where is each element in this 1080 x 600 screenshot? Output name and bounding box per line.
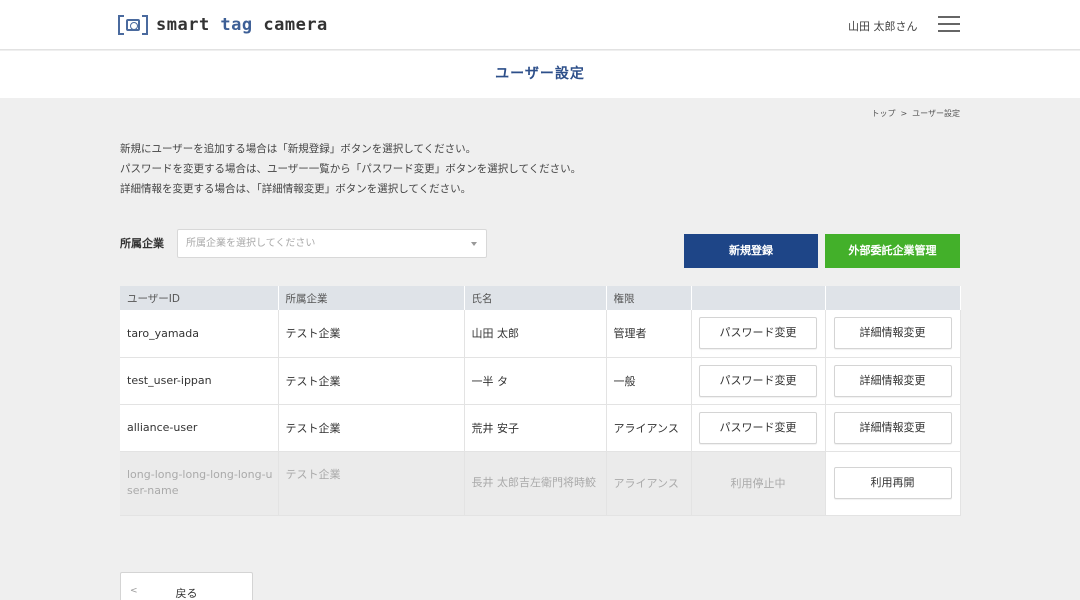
cell-role: アライアンス xyxy=(606,404,692,452)
hamburger-menu-icon[interactable] xyxy=(938,14,960,34)
cell-role: アライアンス xyxy=(606,451,692,516)
cell-user-id: test_user-ippan xyxy=(120,357,279,405)
column-header-name: 氏名 xyxy=(464,286,607,310)
breadcrumb: トップ > ユーザー設定 xyxy=(871,108,960,119)
cell-user-id: alliance-user xyxy=(120,404,279,452)
cell-user-id: taro_yamada xyxy=(120,310,279,358)
table-row: test_user-ippan テスト企業 一半 タ 一般 パスワード変更 詳細… xyxy=(120,357,961,405)
table-row: alliance-user テスト企業 荒井 安子 アライアンス パスワード変更… xyxy=(120,404,961,452)
instructions: 新規にユーザーを追加する場合は「新規登録」ボタンを選択してください。 パスワード… xyxy=(120,139,581,199)
breadcrumb-current: ユーザー設定 xyxy=(912,109,960,118)
camera-logo-icon xyxy=(118,13,148,37)
cell-action1: パスワード変更 xyxy=(691,357,826,405)
instruction-line: パスワードを変更する場合は、ユーザー一覧から「パスワード変更」ボタンを選択してく… xyxy=(120,163,582,175)
cell-name: 荒井 安子 xyxy=(464,404,607,452)
app-header: smart tag camera 山田 太郎さん xyxy=(0,0,1080,50)
company-filter-label: 所属企業 xyxy=(120,237,164,250)
column-header-user-id: ユーザーID xyxy=(120,286,279,310)
column-header-action2 xyxy=(825,286,961,310)
detail-change-button[interactable]: 詳細情報変更 xyxy=(833,364,952,397)
resume-use-button[interactable]: 利用再開 xyxy=(833,467,952,499)
cell-action1: パスワード変更 xyxy=(691,310,826,358)
back-button-label: 戻る xyxy=(175,587,198,600)
cell-role: 一般 xyxy=(606,357,692,405)
password-change-button[interactable]: パスワード変更 xyxy=(699,411,817,444)
breadcrumb-separator: > xyxy=(900,109,908,118)
new-registration-button[interactable]: 新規登録 xyxy=(684,234,818,268)
cell-action2: 詳細情報変更 xyxy=(825,310,961,358)
cell-status: 利用停止中 xyxy=(691,451,826,516)
table-header-row: ユーザーID 所属企業 氏名 権限 xyxy=(120,286,961,310)
table-row-disabled: long-long-long-long-long-user-name テスト企業… xyxy=(120,451,961,516)
partner-management-button[interactable]: 外部委託企業管理 xyxy=(825,234,960,268)
breadcrumb-top[interactable]: トップ xyxy=(871,109,895,118)
column-header-action1 xyxy=(691,286,826,310)
cell-name: 一半 タ xyxy=(464,357,607,405)
cell-name: 山田 太郎 xyxy=(464,310,607,358)
detail-change-button[interactable]: 詳細情報変更 xyxy=(833,317,952,350)
back-button[interactable]: < 戻る xyxy=(120,572,253,600)
instruction-line: 詳細情報を変更する場合は、「詳細情報変更」ボタンを選択してください。 xyxy=(120,183,472,195)
title-bar: ユーザー設定 xyxy=(0,51,1080,98)
cell-company: テスト企業 xyxy=(278,357,465,405)
cell-action2: 利用再開 xyxy=(825,451,961,516)
cell-user-id: long-long-long-long-long-user-name xyxy=(120,451,279,516)
user-table: ユーザーID 所属企業 氏名 権限 taro_yamada テスト企業 山田 太… xyxy=(120,286,961,516)
column-header-role: 権限 xyxy=(606,286,692,310)
cell-company: テスト企業 xyxy=(278,451,465,516)
logo[interactable]: smart tag camera xyxy=(118,12,328,38)
cell-action2: 詳細情報変更 xyxy=(825,404,961,452)
company-select-placeholder: 所属企業を選択してください xyxy=(186,238,316,249)
detail-change-button[interactable]: 詳細情報変更 xyxy=(833,411,952,444)
cell-action2: 詳細情報変更 xyxy=(825,357,961,405)
cell-name: 長井 太郎吉左衛門将時鮫 xyxy=(464,451,607,516)
chevron-down-icon xyxy=(471,242,477,246)
cell-role: 管理者 xyxy=(606,310,692,358)
column-header-company: 所属企業 xyxy=(278,286,465,310)
password-change-button[interactable]: パスワード変更 xyxy=(699,317,817,350)
cell-action1: パスワード変更 xyxy=(691,404,826,452)
user-name: 山田 太郎さん xyxy=(848,20,918,33)
instruction-line: 新規にユーザーを追加する場合は「新規登録」ボタンを選択してください。 xyxy=(120,143,477,155)
logo-text: smart tag camera xyxy=(156,15,328,35)
table-row: taro_yamada テスト企業 山田 太郎 管理者 パスワード変更 詳細情報… xyxy=(120,310,961,358)
cell-company: テスト企業 xyxy=(278,310,465,358)
page-title: ユーザー設定 xyxy=(495,66,585,82)
company-select[interactable]: 所属企業を選択してください xyxy=(177,229,487,258)
password-change-button[interactable]: パスワード変更 xyxy=(699,364,817,397)
cell-company: テスト企業 xyxy=(278,404,465,452)
